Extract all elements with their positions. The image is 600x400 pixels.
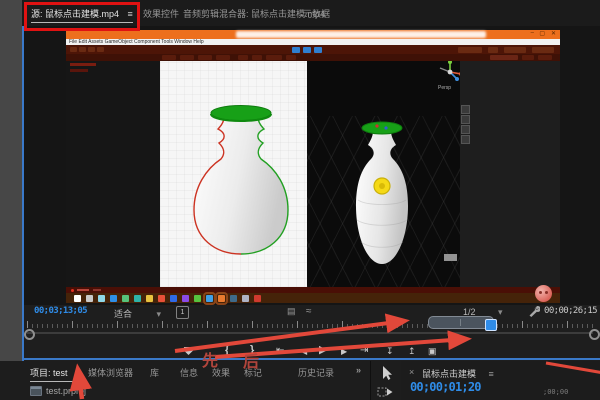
goto-out-button[interactable]: ⇥ [360,345,368,357]
taskbar-icon [122,295,129,302]
video-subbar [66,54,560,61]
taskbar-icon [230,295,237,302]
source-current-timecode[interactable]: 00;03;13;05 [34,306,88,316]
scrollbar-track[interactable] [27,332,593,334]
tab-media-browser[interactable]: 媒体浏览器 [88,366,133,379]
taskbar-icon [74,295,81,302]
taskbar-icon [98,295,105,302]
scrollbar-right-cap[interactable] [589,329,600,340]
overwrite-button[interactable]: ↥ [408,345,416,357]
taskbar-icon [194,295,201,302]
insert-button[interactable]: ↧ [386,345,394,357]
taskbar-icon [242,295,249,302]
left-edge-panel [0,0,22,361]
panel-menu-icon[interactable]: ≡ [75,368,80,378]
webcam-badge [535,285,552,302]
tab-overflow-chevron[interactable]: » [356,365,361,375]
modeling-canvas [160,61,307,287]
source-time-ruler-major [27,321,593,328]
tab-metadata[interactable]: 元数据 [303,7,330,20]
tab-info[interactable]: 信息 [180,366,198,379]
window-minimize-icon: – [530,30,534,36]
source-monitor-panel: 源: 鼠标点击建模.mp4 ≡ 效果控件 音频剪辑混合器: 鼠标点击建模.mp4… [22,0,600,361]
goto-in-button[interactable]: ⇤ [276,345,284,357]
viewport-3d: Persp [307,61,460,287]
taskbar-icon [110,295,117,302]
one-frame-button[interactable]: 1 [176,306,189,319]
add-marker-icon[interactable] [184,347,193,355]
taskbar-icon [215,292,228,305]
project-panel: 项目: test ≡ 媒体浏览器 库 信息 效果 标记 历史记录 » test.… [0,361,370,400]
pause-button-video [303,47,311,53]
video-titlebar: – ▢ ✕ [66,30,560,39]
taskbar-icon [146,295,153,302]
mark-in-button[interactable]: { [225,344,229,356]
premiere-app-window: 源: 鼠标点击建模.mp4 ≡ 效果控件 音频剪辑混合器: 鼠标点击建模.mp4… [0,0,600,400]
taskbar-icon [254,295,261,302]
taskbar-icon [158,295,165,302]
video-toolbar [66,45,560,54]
focus-border-bottom [22,358,600,360]
play-button[interactable]: ▶ [319,344,327,356]
timeline-ruler-label: ;00;00 [543,388,569,396]
annotation-highlight-box [24,2,140,31]
viewport-scroll-thumb [444,254,457,261]
video-frame: – ▢ ✕ File Edit Assets GameObject Compon… [66,30,560,305]
annotation-label-second: 后 [243,354,260,371]
timeline-tab-close-icon[interactable]: × [409,367,414,377]
settings-page-icon[interactable]: ▤ [287,306,296,317]
chevron-down-icon: ▾ [498,307,503,317]
timeline-panel: × 鼠标点击建模 ≡ 00;00;01;20 ;00;00 [401,361,600,400]
taskbar-icon [86,295,93,302]
fit-dropdown-label: 适合 [114,309,133,319]
panel-menu-icon[interactable]: ≡ [489,369,494,379]
video-display-area[interactable]: – ▢ ✕ File Edit Assets GameObject Compon… [24,26,600,305]
window-maximize-icon: ▢ [539,31,545,37]
tab-libraries[interactable]: 库 [150,366,159,379]
timeline-sequence-label: 鼠标点击建模 [422,369,477,379]
fit-dropdown[interactable]: 适合 ▾ [114,307,161,320]
tab-timeline-sequence[interactable]: 鼠标点击建模 ≡ [422,367,494,380]
bottom-section: 项目: test ≡ 媒体浏览器 库 信息 效果 标记 历史记录 » test.… [0,361,600,400]
taskbar-icon [134,295,141,302]
project-item-filename[interactable]: test.prproj [46,386,98,396]
video-content: Persp [66,61,560,287]
taskbar-icon [203,292,216,305]
tab-project-label: 项目: test [30,368,68,378]
step-forward-button[interactable]: ▶ [341,346,347,358]
tab-history[interactable]: 历史记录 [298,366,334,379]
scrollbar-left-cap[interactable] [24,329,35,340]
export-frame-button[interactable]: ▣ [428,345,437,357]
play-button-video [292,47,300,53]
tools-panel [370,361,402,400]
vase-3d [356,121,408,264]
settings-wrench-icon[interactable] [528,305,540,317]
titlebar-blur-patch [236,31,486,38]
track-select-tool-icon[interactable] [377,386,394,398]
taskbar-icon [182,295,189,302]
bin-icon [30,386,42,396]
source-duration-timecode: 00;00;26;15 [544,306,598,316]
chevron-down-icon: ▾ [156,309,162,319]
timeline-current-timecode[interactable]: 00;00;01;20 [410,380,481,394]
window-close-icon: ✕ [550,31,556,37]
video-right-panel [460,61,560,287]
persp-label: Persp [438,85,452,91]
tab-effect-controls[interactable]: 效果控件 [143,7,179,20]
vase-sketch [193,105,289,255]
step-button-video [314,47,322,53]
selection-tool-icon[interactable] [379,365,393,381]
step-back-button[interactable]: ◀ [301,346,307,358]
taskbar-icon [170,295,177,302]
annotation-label-first: 先 [202,353,219,370]
video-taskbar [66,292,560,305]
audio-waveform-icon[interactable]: ≈ [306,306,312,317]
tab-project[interactable]: 项目: test ≡ [30,366,81,382]
playhead-marker[interactable] [485,319,497,331]
video-left-panel [66,61,160,287]
